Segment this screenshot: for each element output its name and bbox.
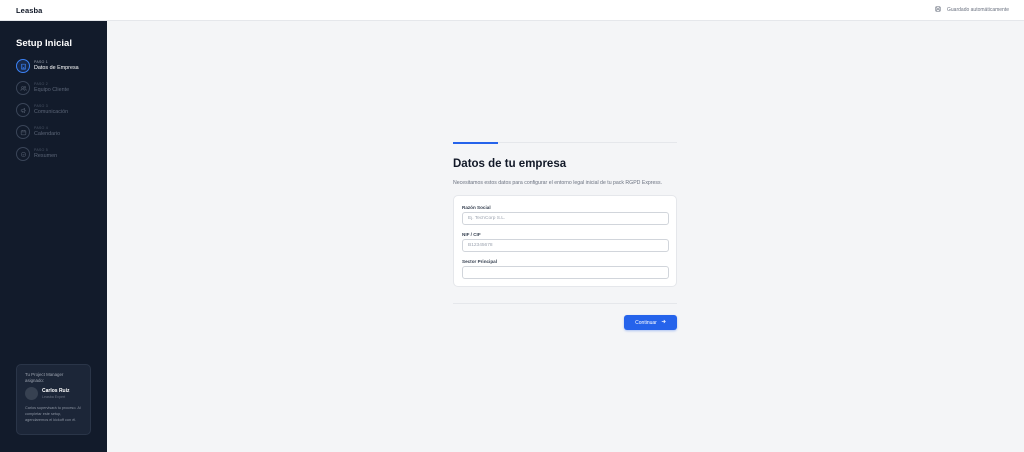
pm-role: Leasba Expert	[42, 395, 66, 400]
razon-social-label: Razón Social	[462, 205, 491, 210]
step-number: PASO 5	[34, 147, 48, 152]
step-label: Equipo Cliente	[34, 86, 70, 93]
save-icon	[935, 6, 941, 14]
pm-person: Carlos Ruiz Leasba Expert	[25, 387, 82, 401]
divider	[453, 303, 677, 304]
step-datos-empresa[interactable]: PASO 1 Datos de Empresa	[16, 58, 79, 74]
app-logo[interactable]: Leasba	[16, 6, 42, 15]
nif-cif-input[interactable]	[462, 239, 669, 252]
step-calendario[interactable]: PASO 4 Calendario	[16, 124, 60, 140]
pm-name: Carlos Ruiz	[42, 388, 70, 395]
users-icon	[16, 81, 30, 95]
step-number: PASO 4	[34, 125, 48, 130]
step-number: PASO 1	[34, 59, 48, 64]
company-form-card: Razón Social NIF / CIF Sector Principal	[453, 195, 677, 287]
step-label: Calendario	[34, 130, 61, 137]
nif-cif-label: NIF / CIF	[462, 232, 481, 237]
calendar-icon	[16, 125, 30, 139]
continue-button[interactable]: Continuar	[624, 315, 677, 330]
page-subtitle: Necesitamos estos datos para configurar …	[453, 180, 663, 186]
step-label: Comunicación	[34, 108, 69, 115]
sidebar-title: Setup Inicial	[16, 38, 72, 49]
step-equipo-cliente[interactable]: PASO 2 Equipo Cliente	[16, 80, 69, 96]
check-circle-icon	[16, 147, 30, 161]
step-comunicacion[interactable]: PASO 3 Comunicación	[16, 102, 68, 118]
autosave-label: Guardado automáticamente	[947, 7, 1009, 13]
sector-principal-input[interactable]	[462, 266, 669, 279]
step-number: PASO 3	[34, 103, 48, 108]
arrow-right-icon	[661, 319, 666, 326]
pm-heading: Tu Project Manager asignado:	[25, 372, 64, 383]
top-bar: Leasba Guardado automáticamente	[0, 0, 1024, 21]
setup-sidebar: Setup Inicial PASO 1 Datos de Empresa PA…	[0, 21, 107, 452]
step-label: Datos de Empresa	[34, 64, 79, 71]
razon-social-input[interactable]	[462, 212, 669, 225]
building-icon	[16, 59, 30, 73]
continue-label: Continuar	[635, 319, 657, 326]
sector-principal-label: Sector Principal	[462, 259, 497, 264]
page-title: Datos de tu empresa	[453, 158, 567, 170]
autosave-status: Guardado automáticamente	[935, 6, 1009, 14]
progress-bar	[453, 141, 677, 144]
pm-description: Carlos supervisará tu proceso. Al comple…	[25, 406, 81, 423]
megaphone-icon	[16, 103, 30, 117]
project-manager-card: Tu Project Manager asignado: Carlos Ruiz…	[16, 364, 91, 435]
progress-fill	[453, 141, 498, 144]
step-number: PASO 2	[34, 81, 48, 86]
step-label: Resumen	[34, 152, 58, 159]
step-resumen[interactable]: PASO 5 Resumen	[16, 146, 57, 162]
avatar	[25, 387, 38, 401]
